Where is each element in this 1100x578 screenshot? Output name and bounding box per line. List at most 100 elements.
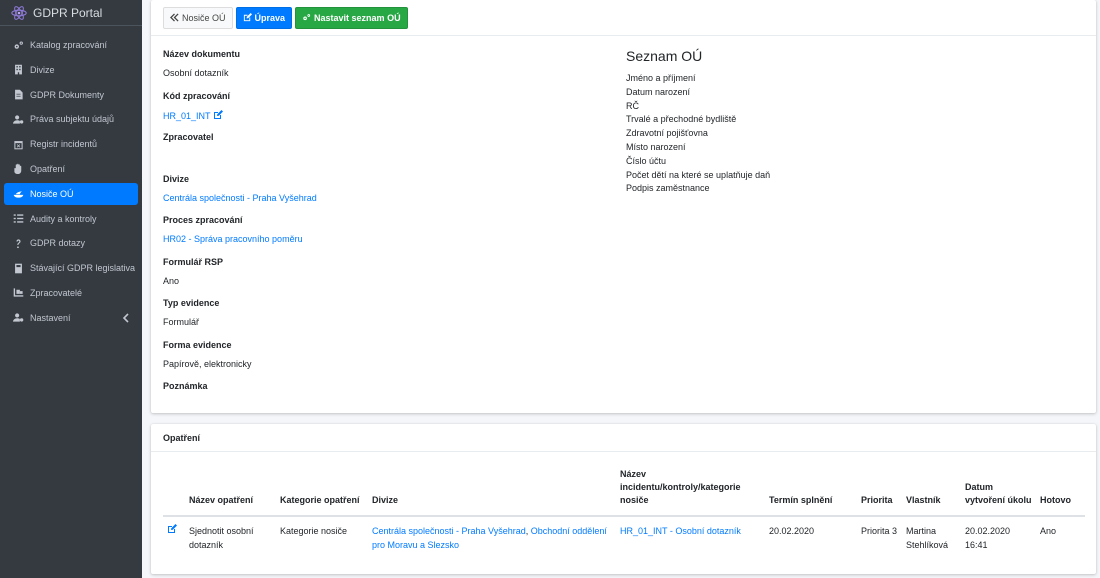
field-label: Forma evidence (163, 339, 232, 350)
column-header[interactable]: Datum vytvoření úkolu (961, 468, 1036, 517)
sidebar-item-label: Registr incidentů (30, 139, 98, 150)
cell-division: Centrála společnosti - Praha Vyšehrad, O… (368, 516, 616, 552)
document-card: Nosiče OÚ Úprava Nastavit seznam OÚ Náze… (151, 0, 1096, 413)
column-header (163, 468, 185, 517)
list-item: Číslo účtu (626, 155, 667, 166)
cogs-icon (303, 14, 311, 21)
list-item: Datum narození (626, 86, 691, 97)
sidebar-item-registr-incidentu[interactable]: Registr incidentů (4, 133, 138, 155)
cell-deadline: 20.02.2020 (769, 526, 815, 536)
set-ou-list-button-label: Nastavit seznam OÚ (314, 12, 401, 23)
sidebar-item-audity[interactable]: Audity a kontroly (4, 208, 138, 230)
edit-button-label: Úprava (254, 12, 286, 23)
field-kod-zpracovani: Kód zpracování HR_01_INT (163, 91, 603, 121)
cell-done: Ano (1040, 526, 1057, 536)
column-header[interactable]: Název opatření (185, 468, 276, 517)
user-cog-icon (13, 114, 24, 125)
sidebar-item-label: Práva subjektu údajů (30, 114, 115, 125)
back-button[interactable]: Nosiče OÚ (163, 6, 233, 29)
sidebar-item-label: Stávající GDPR legislativa (30, 263, 136, 274)
book-icon (13, 263, 24, 274)
field-value (163, 151, 603, 162)
measures-title: Opatření (151, 424, 1096, 452)
sidebar-item-nosice-ou[interactable]: Nosiče OÚ (4, 182, 138, 205)
brand[interactable]: GDPR Portal (0, 0, 142, 26)
measures-table: Název opatření Kategorie opatření Divize… (163, 468, 1085, 552)
division-link[interactable]: Centrála společnosti - Praha Vyšehrad (163, 193, 603, 204)
list-item: Místo narození (626, 141, 686, 152)
column-header[interactable]: Kategorie opatření (276, 468, 368, 517)
set-ou-list-button[interactable]: Nastavit seznam OÚ (295, 6, 408, 29)
edit-icon[interactable] (213, 109, 223, 120)
column-header[interactable]: Název incidentu/kontroly/kategorie nosič… (616, 468, 765, 517)
cell-category: Kategorie nosiče (280, 526, 348, 536)
app-title: GDPR Portal (33, 5, 103, 20)
field-poznamka: Poznámka (163, 381, 603, 411)
chevron-left-icon[interactable] (122, 313, 130, 323)
field-divize: Divize Centrála společnosti - Praha Vyše… (163, 174, 603, 204)
sidebar-item-label: Katalog zpracování (30, 40, 108, 50)
process-link[interactable]: HR02 - Správa pracovního poměru (163, 234, 603, 245)
back-button-label: Nosiče OÚ (182, 12, 226, 23)
field-label: Proces zpracování (163, 215, 243, 225)
column-header[interactable]: Vlastník (902, 468, 961, 517)
building-icon (13, 64, 24, 75)
sailboat-icon (13, 188, 24, 199)
cell-name: Sjednotit osobní dotazník (189, 526, 254, 550)
dolly-icon (13, 287, 24, 298)
sidebar-item-label: Nosiče OÚ (30, 188, 74, 199)
sidebar: GDPR Portal Katalog zpracování Divize GD… (0, 0, 142, 578)
field-label: Formulář RSP (163, 256, 224, 267)
user-cog-icon (13, 312, 24, 323)
field-zpracovatel: Zpracovatel (163, 132, 603, 162)
sidebar-item-katalog[interactable]: Katalog zpracování (4, 34, 138, 56)
column-header[interactable]: Priorita (857, 468, 902, 517)
list-item: Trvalé a přechodné bydliště (626, 114, 737, 125)
cell-created: 20.02.2020 16:41 (965, 526, 1011, 550)
processing-code-link[interactable]: HR_01_INT (163, 111, 211, 121)
field-label: Kód zpracování (163, 90, 231, 101)
field-value: Papírově, elektronicky (163, 358, 252, 369)
calendar-x-icon (13, 139, 24, 150)
sidebar-item-nastaveni[interactable]: Nastavení (4, 307, 138, 329)
division-link[interactable]: Centrála společnosti - Praha Vyšehrad (372, 526, 526, 536)
cell-owner: Martina Stehlíková (906, 526, 949, 550)
sidebar-item-label: Opatření (30, 163, 66, 174)
field-value: Formulář (163, 317, 200, 327)
cogs-icon (13, 40, 24, 51)
field-label: Divize (163, 173, 190, 184)
field-forma-evidence: Forma evidence Papírově, elektronicky (163, 340, 603, 370)
sidebar-item-zpracovatele[interactable]: Zpracovatelé (4, 282, 138, 304)
column-header[interactable]: Hotovo (1036, 468, 1085, 517)
edit-icon[interactable] (167, 524, 177, 536)
table-header-row: Název opatření Kategorie opatření Divize… (163, 468, 1085, 517)
incident-link[interactable]: HR_01_INT - Osobní dotazník (620, 526, 741, 536)
sidebar-item-label: Zpracovatelé (30, 287, 83, 298)
double-chevron-left-icon (170, 13, 179, 22)
list-item: Počet dětí na které se uplatňuje daň (626, 169, 771, 180)
table-row: Sjednotit osobní dotazník Kategorie nosi… (163, 516, 1085, 552)
sidebar-item-label: Audity a kontroly (30, 213, 97, 224)
cell-priority: Priorita 3 (861, 526, 898, 536)
sidebar-item-divize[interactable]: Divize (4, 59, 138, 81)
column-header[interactable]: Divize (368, 468, 616, 517)
field-nazev-dokumentu: Název dokumentu Osobní dotazník (163, 49, 603, 79)
sidebar-item-gdpr-dotazy[interactable]: GDPR dotazy (4, 232, 138, 254)
toolbar: Nosiče OÚ Úprava Nastavit seznam OÚ (151, 0, 1096, 36)
field-value: HR_01_INT (163, 109, 603, 121)
sidebar-item-prava-subjektu[interactable]: Práva subjektu údajů (4, 108, 138, 130)
list-item: Jméno a příjmení (626, 73, 696, 83)
field-value: Osobní dotazník (163, 68, 229, 78)
sidebar-item-gdpr-dokumenty[interactable]: GDPR Dokumenty (4, 84, 138, 106)
edit-icon (243, 13, 252, 22)
sidebar-item-label: GDPR Dokumenty (30, 89, 105, 100)
sidebar-item-opatreni[interactable]: Opatření (4, 158, 138, 180)
edit-button[interactable]: Úprava (235, 6, 293, 29)
sidebar-item-legislativa[interactable]: Stávající GDPR legislativa (4, 257, 138, 279)
field-label: Název dokumentu (163, 49, 241, 59)
column-header[interactable]: Termín splnění (765, 468, 857, 517)
document-details: Název dokumentu Osobní dotazník Kód zpra… (163, 49, 603, 423)
sidebar-item-label: Nastavení (30, 312, 71, 323)
cell-incident: HR_01_INT - Osobní dotazník (616, 516, 765, 552)
field-value: Ano (163, 275, 180, 286)
